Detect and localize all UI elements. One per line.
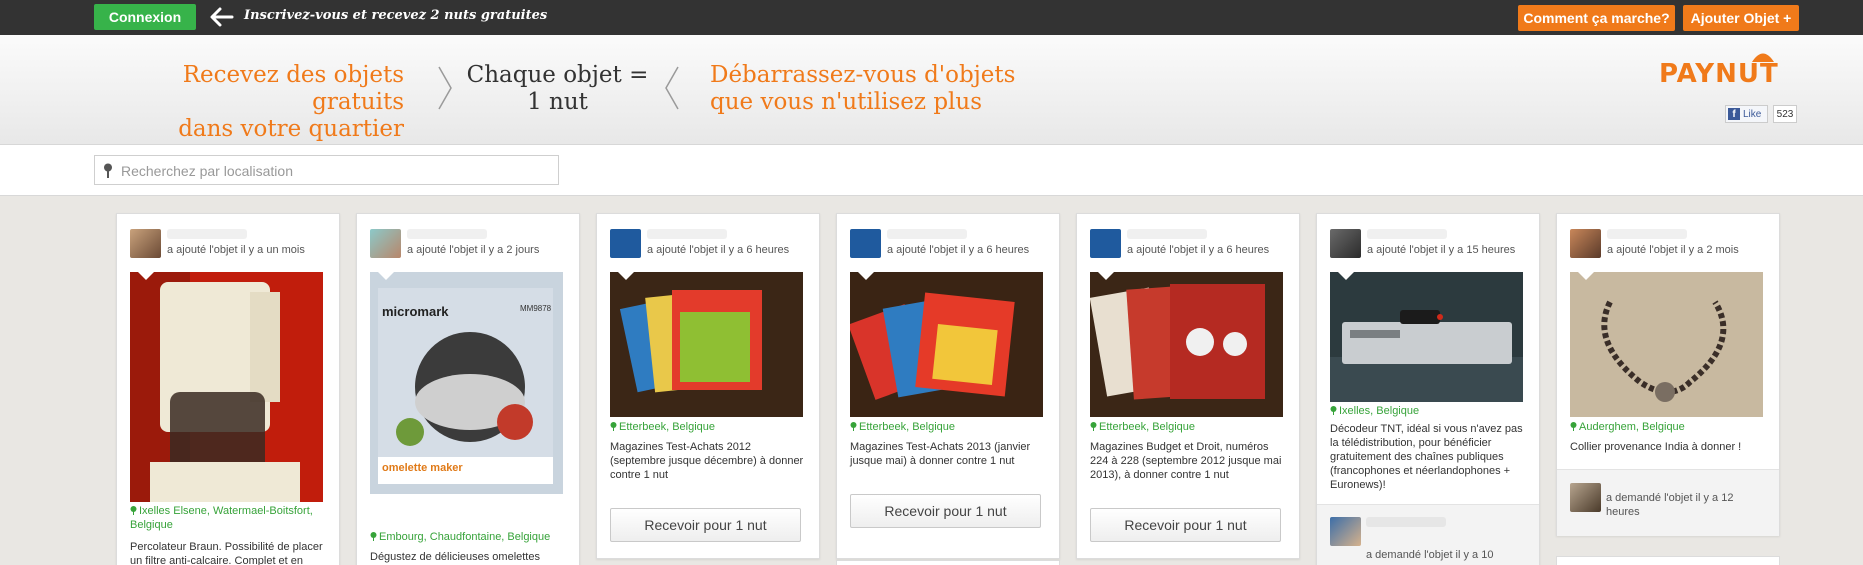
- request-row: a demandé l'objet il y a 10: [1317, 504, 1539, 565]
- location-pin-icon: [104, 163, 112, 178]
- facebook-like-button[interactable]: f Like: [1725, 105, 1768, 123]
- top-bar: Connexion Inscrivez-vous et recevez 2 nu…: [0, 0, 1863, 35]
- search-band: [0, 145, 1863, 196]
- coffee-maker-image: [130, 272, 323, 502]
- hero-receive-text: Recevez des objets gratuits dans votre q…: [178, 62, 404, 142]
- avatar[interactable]: [1570, 483, 1601, 512]
- facebook-icon: f: [1728, 108, 1740, 120]
- location-pin-icon: [610, 422, 617, 431]
- photo-model-label: MM9878: [520, 304, 552, 313]
- item-photo[interactable]: [1570, 272, 1763, 417]
- item-card[interactable]: a ajouté l'objet il y a un mois Ixelles …: [116, 213, 340, 565]
- user-name: [647, 229, 727, 239]
- location-pin-icon: [370, 532, 377, 541]
- paynut-logo[interactable]: PAYNUT: [1655, 49, 1800, 93]
- added-time: a ajouté l'objet il y a 2 jours: [407, 244, 540, 256]
- user-name: [1366, 517, 1446, 527]
- avatar[interactable]: [370, 229, 401, 258]
- item-card[interactable]: a ajouté l'objet il y a 2 mois Auderghem…: [1556, 213, 1780, 536]
- magazines-image: [610, 272, 803, 417]
- user-name: [1367, 229, 1447, 239]
- avatar[interactable]: [1090, 229, 1121, 258]
- item-card[interactable]: a ajouté l'objet il y a 6 heures Etterbe…: [836, 213, 1060, 559]
- item-location: Embourg, Chaudfontaine, Belgique: [370, 530, 565, 544]
- item-photo[interactable]: [1090, 272, 1283, 417]
- user-name: [407, 229, 487, 239]
- location-pin-icon: [1090, 422, 1097, 431]
- item-description: Décodeur TNT, idéal si vous n'avez pas l…: [1330, 423, 1523, 491]
- request-row: a demandé l'objet il y a 12 heures: [1557, 469, 1779, 536]
- location-pin-icon: [130, 506, 137, 515]
- how-it-works-button[interactable]: Comment ça marche?: [1518, 5, 1675, 31]
- avatar[interactable]: [610, 229, 641, 258]
- location-search-input[interactable]: [121, 161, 551, 181]
- item-location: Ixelles, Belgique: [1330, 404, 1525, 418]
- location-pin-icon: [1570, 422, 1577, 431]
- avatar[interactable]: [1570, 229, 1601, 258]
- added-time: a ajouté l'objet il y a 6 heures: [1127, 244, 1270, 256]
- item-location: Ixelles Elsene, Watermael-Boitsfort, Bel…: [130, 505, 313, 531]
- login-button[interactable]: Connexion: [94, 4, 196, 30]
- item-description: Magazines Budget et Droit, numéros 224 à…: [1090, 441, 1282, 481]
- item-photo[interactable]: [1330, 272, 1523, 402]
- item-photo[interactable]: [130, 272, 323, 502]
- magazines-image: [850, 272, 1043, 417]
- photo-brand-label: micromark: [382, 304, 449, 319]
- arrow-left-icon: [210, 7, 234, 27]
- item-description: Magazines Test-Achats 2012 (septembre ju…: [610, 441, 804, 481]
- magazines-image: [1090, 272, 1283, 417]
- item-description: Magazines Test-Achats 2013 (janvier jusq…: [850, 441, 1031, 467]
- added-time: a ajouté l'objet il y a 6 heures: [887, 244, 1030, 256]
- photo-product-label: omelette maker: [382, 462, 463, 474]
- item-card[interactable]: a ajouté l'objet il y a 2 jours micromar…: [356, 213, 580, 565]
- item-description: Percolateur Braun. Possibilité de placer…: [130, 541, 323, 565]
- avatar[interactable]: [130, 229, 161, 258]
- added-time: a ajouté l'objet il y a 6 heures: [647, 244, 790, 256]
- location-search-box[interactable]: [94, 155, 559, 185]
- item-card[interactable]: a ajouté l'objet il y a 6 heures Etterbe…: [1076, 213, 1300, 559]
- item-location: Etterbeek, Belgique: [1090, 420, 1285, 434]
- user-name: [1607, 229, 1687, 239]
- avatar[interactable]: [1330, 229, 1361, 258]
- item-location: Etterbeek, Belgique: [850, 420, 1045, 434]
- user-name: [1127, 229, 1207, 239]
- user-name: [887, 229, 967, 239]
- receive-button[interactable]: Recevoir pour 1 nut: [610, 508, 801, 542]
- item-location: Etterbeek, Belgique: [610, 420, 805, 434]
- added-time: a ajouté l'objet il y a un mois: [167, 244, 305, 256]
- chevron-right-icon: [438, 66, 452, 110]
- necklace-image: [1570, 272, 1763, 417]
- avatar[interactable]: [850, 229, 881, 258]
- hero-each-object-text: Chaque objet = 1 nut: [466, 62, 649, 115]
- decoder-image: [1330, 272, 1523, 402]
- item-card[interactable]: a ajouté l'objet il y a 15 heures Ixelle…: [1316, 213, 1540, 565]
- next-card-edge: [1556, 556, 1780, 565]
- item-photo[interactable]: micromark MM9878 omelette maker: [370, 272, 563, 494]
- signup-promo-text[interactable]: Inscrivez-vous et recevez 2 nuts gratuit…: [244, 8, 547, 23]
- item-description: Collier provenance India à donner !: [1570, 441, 1742, 453]
- hero-banner: Recevez des objets gratuits dans votre q…: [0, 35, 1863, 145]
- item-photo[interactable]: [850, 272, 1043, 417]
- add-object-button[interactable]: Ajouter Objet +: [1683, 5, 1799, 31]
- added-time: a ajouté l'objet il y a 2 mois: [1607, 244, 1739, 256]
- hero-giveaway-text: Débarrassez-vous d'objets que vous n'uti…: [710, 62, 1016, 115]
- user-name: [167, 229, 247, 239]
- item-description: Dégustez de délicieuses omelettes: [370, 551, 540, 563]
- location-pin-icon: [1330, 406, 1337, 415]
- chevron-left-icon: [665, 66, 679, 110]
- next-card-edge: [836, 560, 1060, 565]
- avatar[interactable]: [1330, 517, 1361, 546]
- item-location: Auderghem, Belgique: [1570, 420, 1765, 434]
- item-card[interactable]: a ajouté l'objet il y a 6 heures Etterbe…: [596, 213, 820, 559]
- item-photo[interactable]: [610, 272, 803, 417]
- receive-button[interactable]: Recevoir pour 1 nut: [850, 494, 1041, 528]
- location-pin-icon: [850, 422, 857, 431]
- receive-button[interactable]: Recevoir pour 1 nut: [1090, 508, 1281, 542]
- request-time: a demandé l'objet il y a 10: [1366, 549, 1494, 561]
- added-time: a ajouté l'objet il y a 15 heures: [1367, 244, 1516, 256]
- like-count: 523: [1773, 105, 1797, 123]
- request-time: a demandé l'objet il y a 12 heures: [1606, 492, 1734, 518]
